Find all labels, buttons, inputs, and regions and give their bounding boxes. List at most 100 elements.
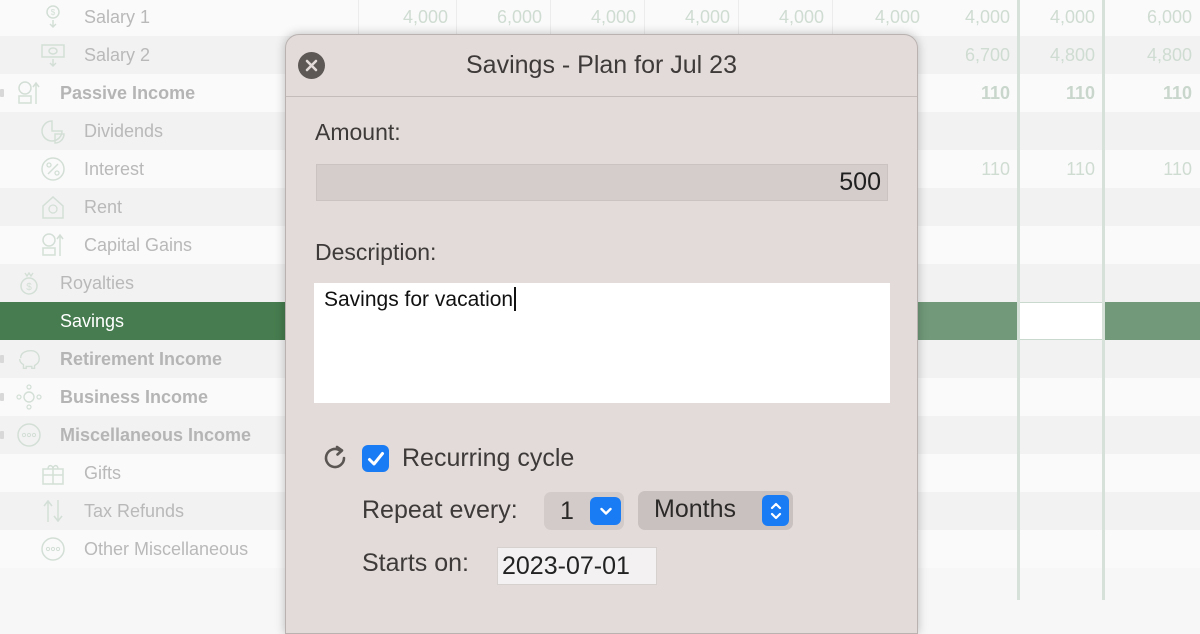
repeat-label: Repeat every: [362,496,518,524]
row-label-cell[interactable]: $ Salary 1 [0,0,358,36]
value-cell[interactable]: 4,000 [358,0,456,36]
value-cell[interactable]: 4,000 [644,0,738,36]
disclosure-triangle-icon[interactable] [0,355,4,363]
pie-chart-icon [40,118,66,144]
row-label: Miscellaneous Income [60,425,252,445]
value-cell[interactable]: 110 [1103,74,1200,112]
value-cell[interactable] [1103,226,1200,264]
value-cell[interactable]: 4,000 [1018,0,1103,36]
value-cell[interactable]: 6,000 [1103,0,1200,36]
repeat-count-value: 1 [560,497,574,525]
value-cell[interactable] [928,416,1018,454]
value-cell[interactable]: 4,000 [738,0,832,36]
row-label: Business Income [60,387,209,407]
value-cell[interactable]: 110 [1018,150,1103,188]
row-label-cell[interactable]: Savings [0,302,285,340]
value-cell[interactable] [928,302,1018,340]
value-cell[interactable]: 6,000 [456,0,550,36]
money-bag-icon: $ [16,270,42,296]
value-cell[interactable]: 110 [928,74,1018,112]
percent-icon [40,156,66,182]
value-cell[interactable]: 4,000 [550,0,644,36]
value-cell[interactable] [1103,530,1200,568]
value-cell[interactable] [1103,492,1200,530]
up-down-chevron-icon [762,495,789,526]
value-cell[interactable] [1103,454,1200,492]
description-label: Description: [315,239,437,265]
dialog-header: Savings - Plan for Jul 23 [286,35,917,97]
recurring-checkbox[interactable] [362,445,389,472]
value-cell[interactable]: 110 [928,150,1018,188]
value-cell[interactable] [1018,492,1103,530]
table-row[interactable]: $ Salary 1 4,000 6,000 4,000 4,000 4,000 4,000 4… [0,0,1200,36]
disclosure-triangle-icon[interactable] [0,393,4,401]
value-cell[interactable]: 110 [1018,74,1103,112]
disclosure-triangle-icon[interactable] [0,89,4,97]
cash-icon [40,42,66,68]
dialog-title: Savings - Plan for Jul 23 [466,51,737,79]
value-cell[interactable] [1018,226,1103,264]
value-cell[interactable] [1103,378,1200,416]
value-cell[interactable] [928,112,1018,150]
value-cell[interactable]: 4,800 [1103,36,1200,74]
value-cell[interactable] [1103,264,1200,302]
more-icon [40,536,66,562]
value-cell[interactable] [1103,302,1200,340]
value-cell[interactable] [1018,454,1103,492]
value-cell[interactable] [1018,112,1103,150]
value-cell[interactable] [928,188,1018,226]
passive-income-icon [16,80,42,106]
repeat-unit-value: Months [654,495,736,523]
recurring-icon [324,445,346,469]
value-cell[interactable]: 4,000 [928,0,1018,36]
value-cell[interactable] [1018,264,1103,302]
column-divider [1017,0,1020,600]
repeat-unit-select[interactable]: Months [638,491,793,530]
value-cell[interactable] [928,226,1018,264]
value-cell[interactable] [928,340,1018,378]
row-label: Tax Refunds [84,501,185,521]
row-label: Interest [84,159,145,179]
house-icon [40,194,66,220]
value-cell[interactable] [928,264,1018,302]
more-icon [16,422,42,448]
description-field[interactable]: Savings for vacation [314,283,890,403]
value-cell[interactable] [1018,416,1103,454]
amount-field[interactable]: 500 [316,164,888,201]
repeat-count-select[interactable]: 1 [544,492,624,530]
row-label: Savings [60,311,125,331]
value-cell[interactable] [1103,188,1200,226]
row-label: Capital Gains [84,235,193,255]
value-cell[interactable] [1018,378,1103,416]
row-label: Passive Income [60,83,196,103]
value-cell[interactable] [928,454,1018,492]
value-cell[interactable]: 110 [1103,150,1200,188]
value-cell[interactable] [1018,530,1103,568]
amount-label: Amount: [315,119,401,145]
value-cell[interactable] [1103,112,1200,150]
value-cell[interactable]: 6,700 [928,36,1018,74]
value-cell[interactable] [928,492,1018,530]
row-label: Rent [84,197,123,217]
start-date-field[interactable]: 2023-07-01 [497,547,657,585]
plan-dialog: Savings - Plan for Jul 23 Amount: 500 De… [285,34,918,634]
row-label: Dividends [84,121,164,141]
value-cell[interactable] [1018,188,1103,226]
value-cell[interactable] [928,378,1018,416]
value-cell[interactable] [1103,416,1200,454]
value-cell[interactable] [1018,302,1103,340]
recurring-label[interactable]: Recurring cycle [402,444,574,473]
checkmark-icon [367,451,384,465]
disclosure-triangle-icon[interactable] [0,431,4,439]
piggy-bank-icon [16,346,42,372]
value-cell[interactable]: 4,000 [832,0,928,36]
row-label: Retirement Income [60,349,223,369]
row-label: Salary 2 [84,45,151,65]
value-cell[interactable] [1018,340,1103,378]
value-cell[interactable]: 4,800 [1018,36,1103,74]
row-label: Other Miscellaneous [84,539,249,559]
column-divider [1102,0,1105,600]
value-cell[interactable] [928,530,1018,568]
text-caret [514,287,517,311]
value-cell[interactable] [1103,340,1200,378]
